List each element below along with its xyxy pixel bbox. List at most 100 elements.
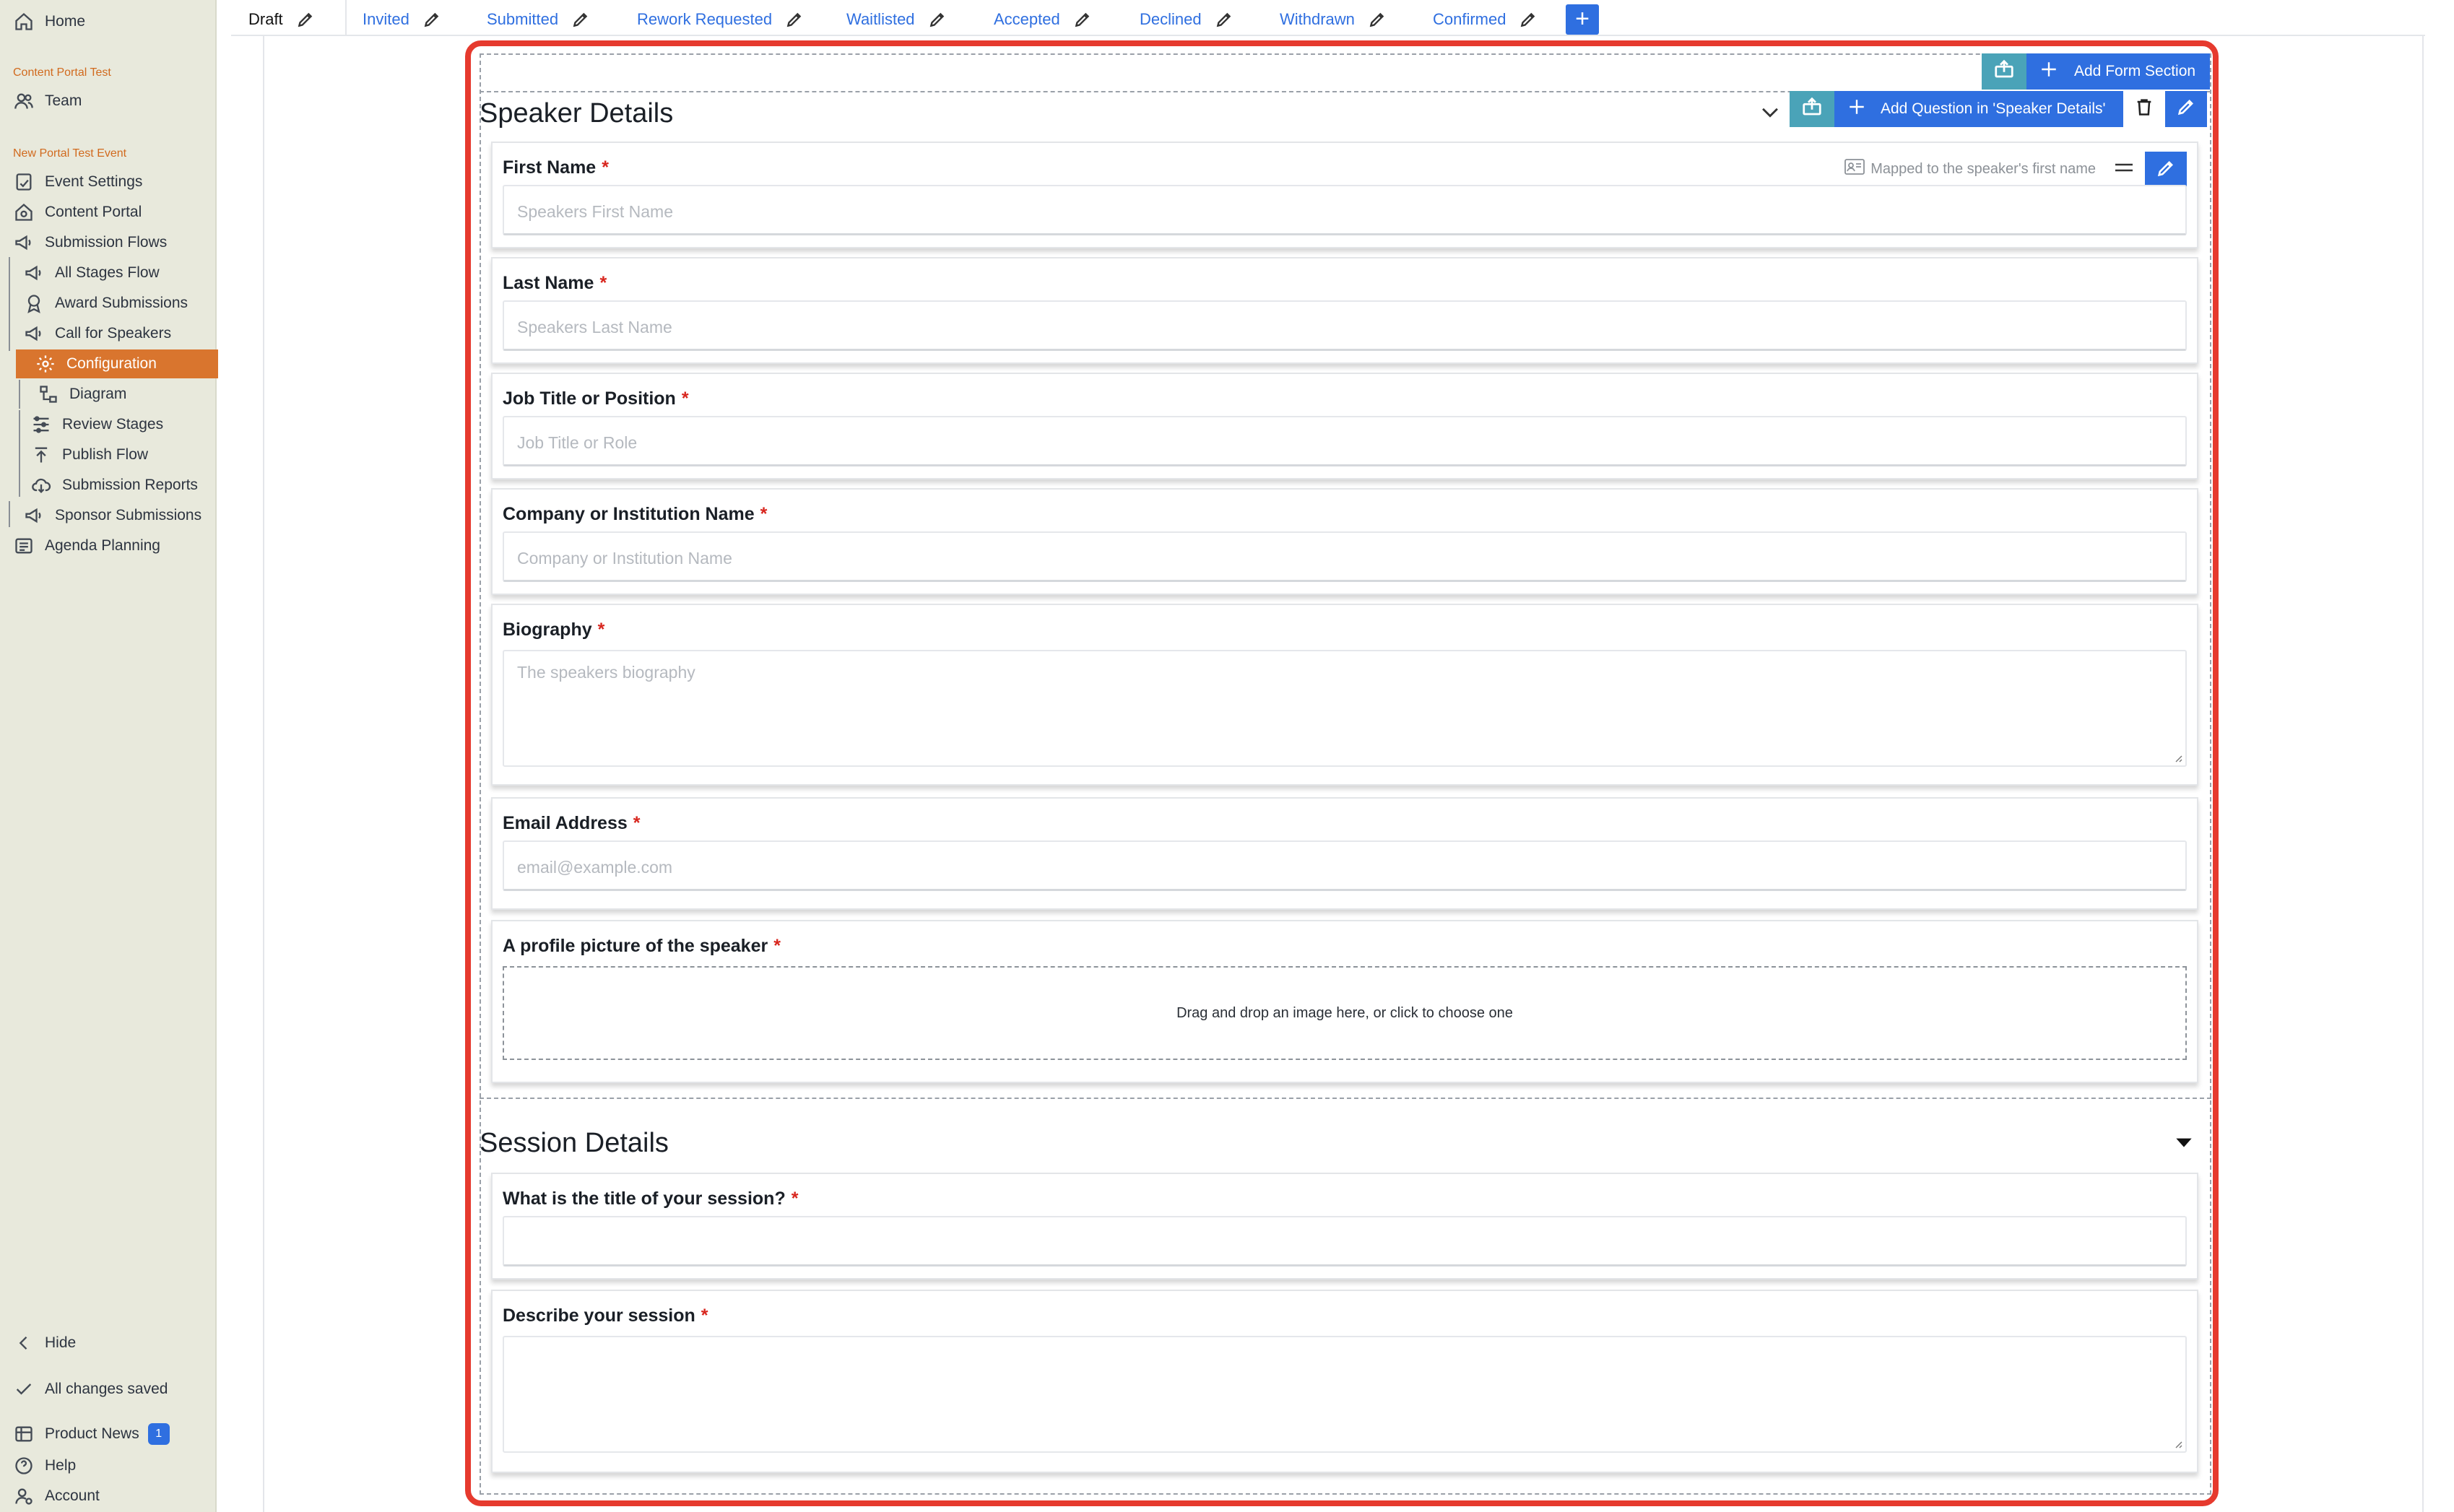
question-job-title[interactable]: Job Title or Position * Job Title or Role	[491, 373, 2198, 479]
sidebar-item-submission-reports[interactable]: Submission Reports	[30, 471, 198, 500]
sidebar-item-label: Submission Reports	[62, 477, 198, 493]
tab-label: Draft	[248, 10, 283, 28]
tab-label: Declined	[1140, 10, 1202, 28]
question-session-description[interactable]: Describe your session *	[491, 1290, 2198, 1473]
megaphone-icon	[23, 262, 45, 284]
pencil-icon[interactable]	[571, 10, 590, 29]
drag-handle-icon[interactable]	[2115, 162, 2133, 173]
sidebar-item-award-submissions[interactable]: Award Submissions	[23, 289, 188, 318]
last-name-input[interactable]: Speakers Last Name	[503, 300, 2187, 351]
import-section-button[interactable]	[1982, 53, 2026, 90]
chevron-left-icon	[13, 1332, 35, 1354]
save-status-label: All changes saved	[45, 1381, 168, 1397]
input-placeholder: Speakers Last Name	[517, 318, 672, 336]
question-label: Biography *	[503, 620, 605, 640]
gear-icon	[35, 353, 56, 375]
question-session-title[interactable]: What is the title of your session? *	[491, 1173, 2198, 1279]
pencil-icon[interactable]	[422, 10, 441, 29]
add-form-section-button[interactable]: Add Form Section	[2026, 53, 2211, 90]
megaphone-icon	[13, 232, 35, 253]
job-title-input[interactable]: Job Title or Role	[503, 416, 2187, 466]
delete-section-button[interactable]	[2123, 91, 2165, 127]
pencil-icon	[2156, 158, 2176, 182]
account-link[interactable]: Account	[13, 1482, 100, 1511]
tab-draft[interactable]: Draft	[248, 10, 315, 29]
caret-down-icon[interactable]	[2172, 1131, 2195, 1157]
tab-label: Withdrawn	[1280, 10, 1355, 28]
id-card-icon	[1844, 159, 1870, 179]
sidebar-item-home[interactable]: Home	[13, 7, 85, 36]
sidebar-item-label: Agenda Planning	[45, 537, 160, 554]
sidebar-item-event-settings[interactable]: Event Settings	[13, 168, 142, 196]
pencil-icon[interactable]	[1073, 10, 1092, 29]
product-news-label: Product News	[45, 1425, 139, 1442]
session-title-input[interactable]	[503, 1216, 2187, 1266]
tab-waitlisted[interactable]: Waitlisted	[846, 10, 947, 29]
sidebar-item-all-stages-flow[interactable]: All Stages Flow	[23, 258, 160, 287]
award-icon	[23, 292, 45, 314]
sidebar-item-submission-flows[interactable]: Submission Flows	[13, 228, 167, 257]
pencil-icon[interactable]	[1519, 10, 1538, 29]
company-input[interactable]: Company or Institution Name	[503, 531, 2187, 582]
sidebar-item-team[interactable]: Team	[13, 87, 82, 116]
product-news-link[interactable]: Product News 1	[13, 1420, 170, 1448]
list-icon	[13, 535, 35, 557]
pencil-icon[interactable]	[296, 10, 315, 29]
question-last-name[interactable]: Last Name * Speakers Last Name	[491, 257, 2198, 364]
hide-label: Hide	[45, 1334, 77, 1351]
portal-home-icon	[13, 201, 35, 223]
sidebar-item-review-stages[interactable]: Review Stages	[30, 410, 163, 439]
required-marker: *	[633, 813, 641, 833]
sidebar-item-label: Publish Flow	[62, 446, 149, 463]
pencil-icon[interactable]	[1215, 10, 1233, 29]
resize-handle-icon[interactable]	[2172, 752, 2182, 762]
sidebar-item-call-for-speakers[interactable]: Call for Speakers	[23, 319, 171, 348]
session-description-textarea[interactable]	[503, 1336, 2187, 1453]
required-marker: *	[681, 388, 689, 409]
megaphone-icon	[23, 505, 45, 526]
edit-question-button[interactable]	[2145, 152, 2187, 188]
sidebar-item-diagram[interactable]: Diagram	[38, 380, 126, 409]
edit-section-button[interactable]	[2165, 91, 2207, 127]
question-biography[interactable]: Biography * The speakers biography	[491, 604, 2198, 786]
question-email[interactable]: Email Address * email@example.com	[491, 797, 2198, 910]
sidebar-item-sponsor-submissions[interactable]: Sponsor Submissions	[23, 501, 201, 530]
add-stage-button[interactable]: +	[1566, 4, 1599, 35]
pencil-icon[interactable]	[1368, 10, 1387, 29]
tree-line	[9, 501, 10, 527]
input-placeholder: The speakers biography	[517, 663, 695, 682]
first-name-input[interactable]: Speakers First Name	[503, 185, 2187, 235]
question-label: A profile picture of the speaker *	[503, 936, 781, 956]
tab-rework-requested[interactable]: Rework Requested	[637, 10, 804, 29]
email-input[interactable]: email@example.com	[503, 840, 2187, 891]
import-question-button[interactable]	[1790, 91, 1834, 127]
image-dropzone[interactable]: Drag and drop an image here, or click to…	[503, 966, 2187, 1060]
pencil-icon[interactable]	[928, 10, 947, 29]
hide-sidebar-button[interactable]: Hide	[13, 1329, 76, 1357]
biography-textarea[interactable]: The speakers biography	[503, 650, 2187, 767]
tab-accepted[interactable]: Accepted	[994, 10, 1092, 29]
tab-invited[interactable]: Invited	[363, 10, 441, 29]
sidebar-item-configuration[interactable]: Configuration	[16, 349, 218, 378]
tab-withdrawn[interactable]: Withdrawn	[1280, 10, 1387, 29]
sidebar-item-content-portal[interactable]: Content Portal	[13, 198, 142, 227]
question-first-name[interactable]: First Name * Mapped to the speaker's firs…	[491, 142, 2198, 248]
tab-declined[interactable]: Declined	[1140, 10, 1233, 29]
help-link[interactable]: Help	[13, 1451, 76, 1480]
tab-submitted[interactable]: Submitted	[487, 10, 590, 29]
chevron-down-icon[interactable]	[1758, 100, 1782, 128]
section-title: Speaker Details	[480, 98, 674, 129]
sidebar-item-publish-flow[interactable]: Publish Flow	[30, 440, 148, 469]
trash-icon	[2134, 97, 2154, 121]
pencil-icon[interactable]	[785, 10, 804, 29]
sidebar-item-agenda-planning[interactable]: Agenda Planning	[13, 531, 160, 560]
resize-handle-icon[interactable]	[2172, 1438, 2182, 1448]
review-stages-icon	[30, 414, 52, 435]
question-company[interactable]: Company or Institution Name * Company or …	[491, 488, 2198, 595]
add-question-button[interactable]: Add Question in 'Speaker Details'	[1834, 91, 2123, 127]
tab-confirmed[interactable]: Confirmed	[1433, 10, 1538, 29]
question-profile-picture[interactable]: A profile picture of the speaker * Drag a…	[491, 920, 2198, 1083]
plus-icon	[2039, 60, 2058, 83]
account-icon	[13, 1485, 35, 1507]
sidebar-item-label: Configuration	[66, 355, 157, 372]
